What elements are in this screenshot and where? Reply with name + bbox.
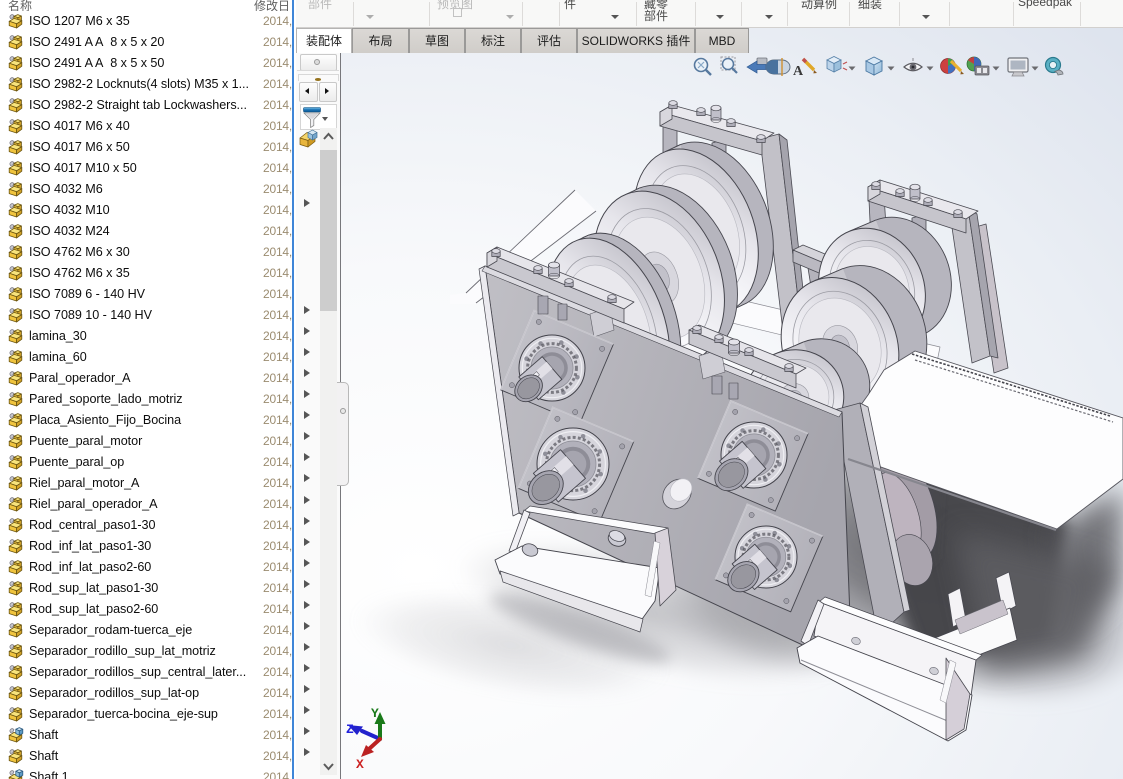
svg-text:Y: Y — [371, 706, 379, 721]
svg-text:A: A — [793, 64, 804, 79]
svg-text:X: X — [356, 757, 364, 772]
svg-text:Z: Z — [346, 722, 354, 737]
